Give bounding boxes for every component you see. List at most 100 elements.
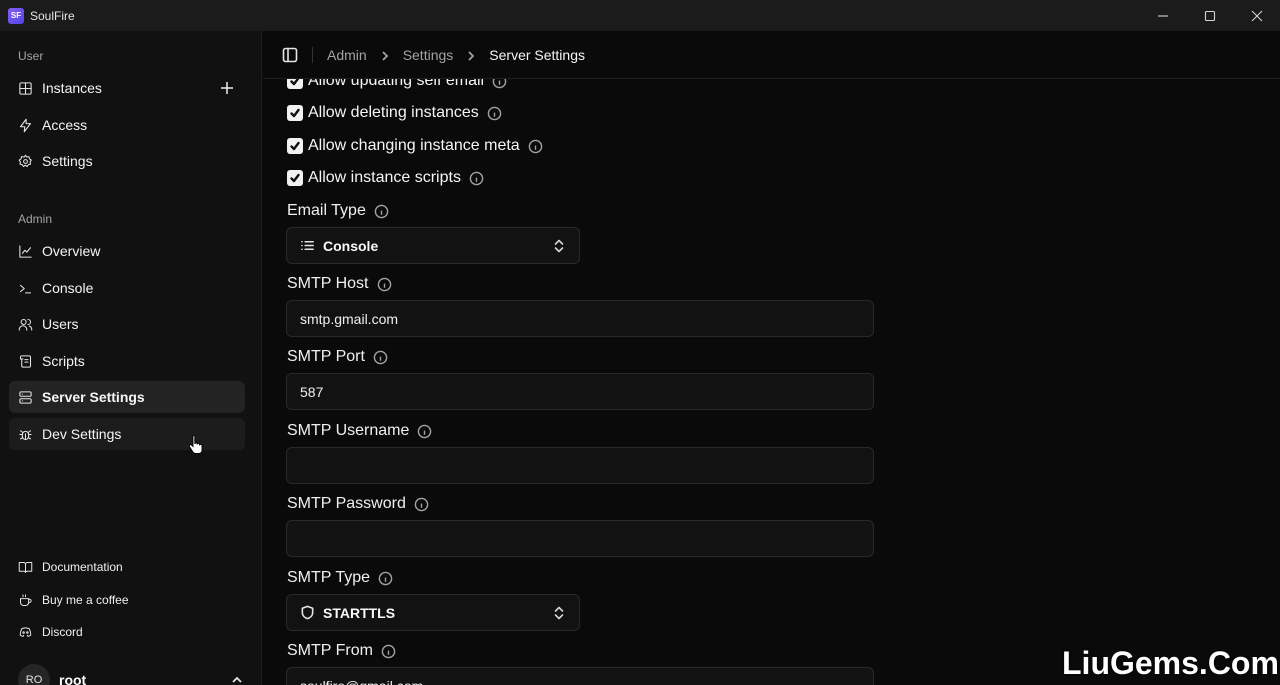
- sidebar-item-console[interactable]: Console: [9, 272, 245, 304]
- breadcrumb-admin[interactable]: Admin: [327, 47, 367, 63]
- info-icon[interactable]: [417, 424, 432, 439]
- check-icon: [290, 173, 300, 183]
- sidebar-item-overview[interactable]: Overview: [9, 235, 245, 267]
- checkbox-label: Allow deleting instances: [308, 104, 479, 121]
- field-label-text: SMTP Host: [287, 275, 369, 292]
- coffee-icon: [18, 593, 33, 608]
- sidebar-item-buy-me-a-coffee[interactable]: Buy me a coffee: [9, 586, 245, 614]
- scroll-icon: [18, 354, 33, 369]
- checkbox-label: Allow updating self email: [308, 79, 485, 89]
- smtp-host-input[interactable]: [286, 300, 874, 337]
- maximize-button[interactable]: [1186, 0, 1233, 31]
- sidebar-item-label: Settings: [42, 153, 93, 169]
- app-title: SoulFire: [30, 8, 75, 23]
- app-window: SF SoulFire User Instances Access Settin…: [0, 0, 1280, 685]
- mouse-pointer-icon: [189, 435, 203, 454]
- sidebar-item-label: Access: [42, 117, 88, 133]
- info-icon[interactable]: [377, 277, 392, 292]
- server-icon: [18, 390, 33, 405]
- smtp-password-input[interactable]: [286, 520, 874, 557]
- sidebar-item-users[interactable]: Users: [9, 308, 245, 340]
- user-menu[interactable]: RO root: [18, 664, 248, 685]
- info-icon[interactable]: [378, 571, 393, 586]
- users-icon: [18, 317, 33, 332]
- sidebar-item-discord[interactable]: Discord: [9, 618, 245, 646]
- breadcrumb: Admin Settings Server Settings: [327, 47, 585, 63]
- field-label-text: SMTP Password: [287, 495, 406, 512]
- checkbox-checked[interactable]: [287, 138, 303, 154]
- email-type-value: Console: [323, 237, 379, 254]
- sidebar-item-label: Scripts: [42, 353, 85, 369]
- smtp-port-label: SMTP Port: [287, 347, 388, 367]
- chevron-right-icon: [465, 49, 477, 61]
- close-icon: [1251, 10, 1262, 21]
- smtp-password-label: SMTP Password: [287, 494, 429, 514]
- sidebar-item-instances[interactable]: Instances: [9, 72, 245, 104]
- sidebar-item-label: Overview: [42, 243, 101, 259]
- field-label-text: Email Type: [287, 202, 366, 219]
- chevron-right-icon: [379, 49, 391, 61]
- field-label-text: SMTP From: [287, 642, 373, 659]
- chevron-up-icon: [230, 673, 244, 685]
- sidebar-group-admin: Admin: [18, 212, 53, 226]
- smtp-port-input[interactable]: [286, 373, 874, 410]
- email-type-label: Email Type: [287, 201, 389, 221]
- username: root: [59, 672, 87, 685]
- field-label-text: SMTP Type: [287, 569, 370, 586]
- server-settings-form: Allow updating self email Allow deleting…: [263, 79, 1280, 685]
- smtp-from-input[interactable]: [286, 667, 874, 685]
- list-icon: [300, 238, 315, 253]
- breadcrumb-settings[interactable]: Settings: [403, 47, 454, 63]
- info-icon[interactable]: [487, 106, 502, 121]
- discord-icon: [18, 625, 33, 640]
- smtp-type-select[interactable]: STARTTLS: [286, 594, 580, 631]
- info-icon[interactable]: [469, 171, 484, 186]
- header-divider: [312, 46, 313, 63]
- field-label-text: SMTP Username: [287, 422, 410, 439]
- checkbox-row-allow-instance-scripts[interactable]: Allow instance scripts: [287, 168, 484, 188]
- chevrons-up-down-icon: [552, 605, 566, 621]
- smtp-username-input[interactable]: [286, 447, 874, 484]
- sidebar-item-label: Users: [42, 316, 79, 332]
- sidebar-item-scripts[interactable]: Scripts: [9, 345, 245, 377]
- sidebar-item-label: Documentation: [42, 560, 123, 574]
- info-icon[interactable]: [414, 497, 429, 512]
- watermark-text: LiuGems.Com: [1062, 645, 1279, 681]
- info-icon[interactable]: [528, 139, 543, 154]
- chart-icon: [18, 244, 33, 259]
- breadcrumb-server-settings: Server Settings: [489, 46, 585, 63]
- checkbox-row-allow-changing-instance-meta[interactable]: Allow changing instance meta: [287, 136, 543, 156]
- checkbox-row-allow-updating-self-email[interactable]: Allow updating self email: [287, 79, 507, 91]
- zap-icon: [18, 118, 33, 133]
- sidebar-item-documentation[interactable]: Documentation: [9, 553, 245, 581]
- checkbox-checked[interactable]: [287, 79, 303, 89]
- grid-icon: [18, 81, 33, 96]
- minimize-icon: [1157, 14, 1168, 17]
- sidebar-item-label: Instances: [42, 80, 102, 96]
- checkbox-label: Allow changing instance meta: [308, 137, 520, 154]
- info-icon[interactable]: [374, 204, 389, 219]
- minimize-button[interactable]: [1139, 0, 1186, 31]
- terminal-icon: [18, 281, 33, 296]
- avatar: RO: [18, 664, 50, 685]
- panel-left-icon: [282, 47, 298, 62]
- sidebar-item-access[interactable]: Access: [9, 109, 245, 141]
- shield-icon: [300, 605, 315, 620]
- checkbox-checked[interactable]: [287, 170, 303, 186]
- info-icon[interactable]: [492, 79, 507, 89]
- sidebar-item-dev-settings[interactable]: Dev Settings: [9, 418, 245, 450]
- maximize-icon: [1204, 10, 1215, 21]
- checkbox-row-allow-deleting-instances[interactable]: Allow deleting instances: [287, 103, 502, 123]
- info-icon[interactable]: [373, 350, 388, 365]
- close-button[interactable]: [1233, 0, 1280, 31]
- checkbox-checked[interactable]: [287, 105, 303, 121]
- sidebar-toggle-button[interactable]: [282, 47, 298, 63]
- add-instance-button[interactable]: [219, 80, 235, 96]
- email-type-select[interactable]: Console: [286, 227, 580, 264]
- chevrons-up-down-icon: [552, 238, 566, 254]
- info-icon[interactable]: [381, 644, 396, 659]
- sidebar-item-server-settings[interactable]: Server Settings: [9, 381, 245, 413]
- check-icon: [290, 108, 300, 118]
- smtp-username-label: SMTP Username: [287, 421, 432, 441]
- sidebar-item-settings[interactable]: Settings: [9, 145, 245, 177]
